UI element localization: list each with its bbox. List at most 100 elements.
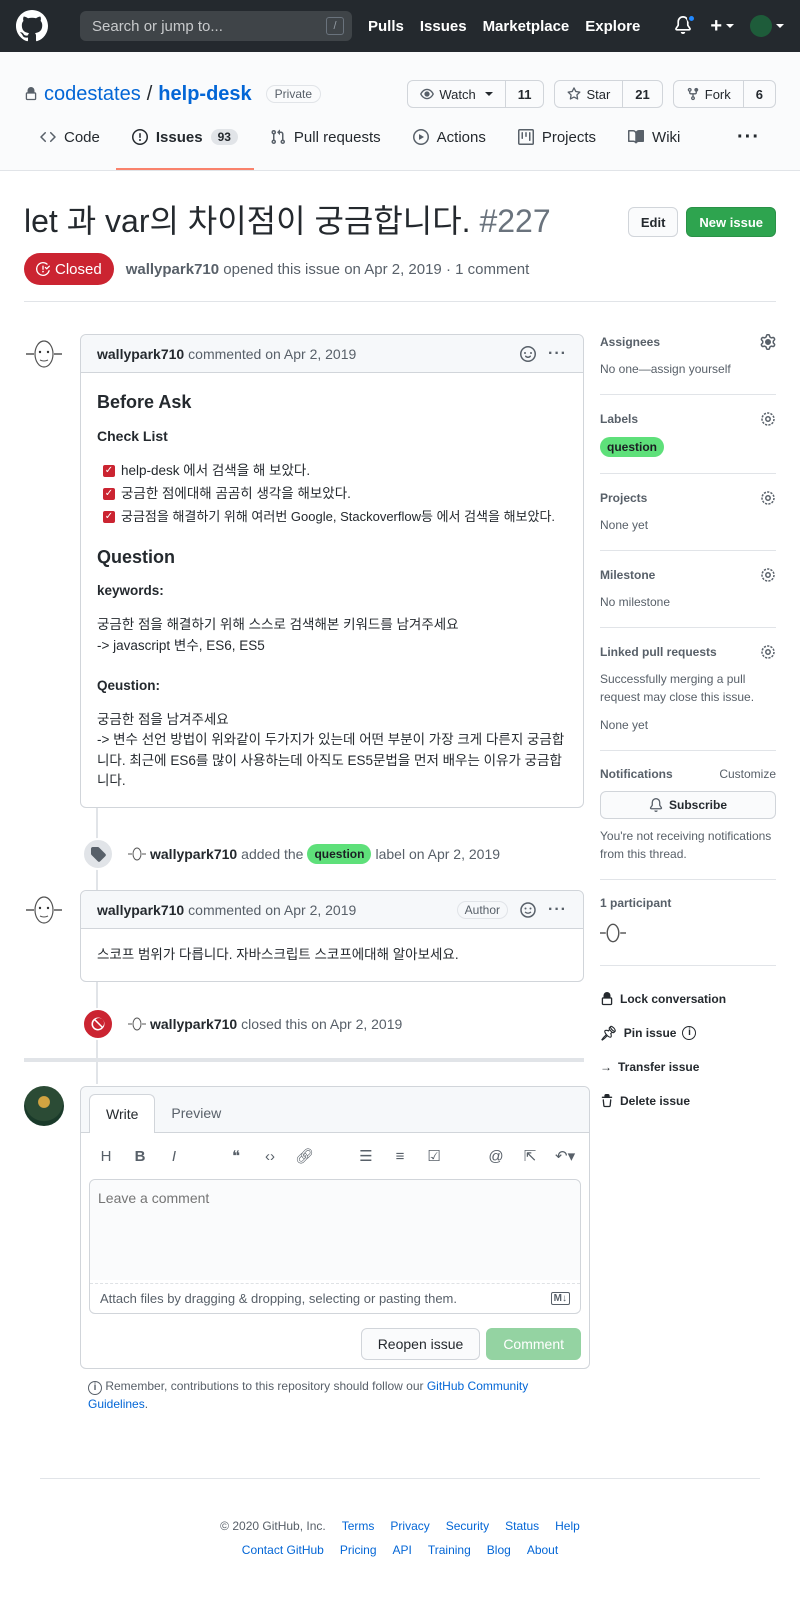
code-icon[interactable]: ‹› (261, 1148, 279, 1165)
avatar[interactable] (600, 920, 626, 946)
tab-wiki[interactable]: Wiki (612, 120, 696, 170)
checkbox-checked-icon[interactable]: ✓ (103, 510, 115, 523)
pin-issue-button[interactable]: 📌︎ Pin issue i (600, 1016, 776, 1050)
tab-write[interactable]: Write (89, 1094, 156, 1134)
checkbox-checked-icon[interactable]: ✓ (103, 464, 115, 477)
footer-link-contact[interactable]: Contact GitHub (242, 1543, 324, 1557)
info-icon[interactable]: i (682, 1026, 697, 1040)
gear-icon[interactable] (760, 490, 776, 506)
issue-author-link[interactable]: wallypark710 (126, 261, 219, 278)
event-text: label on Apr 2, 2019 (375, 846, 501, 862)
comment-textarea[interactable] (90, 1180, 580, 1281)
comment-menu-icon[interactable]: ··· (548, 901, 567, 919)
eye-icon (420, 88, 435, 100)
footer-link-privacy[interactable]: Privacy (390, 1519, 429, 1533)
lock-conversation-button[interactable]: Lock conversation (600, 982, 776, 1016)
watch-count[interactable]: 11 (506, 81, 544, 107)
user-menu[interactable] (750, 15, 784, 37)
mention-icon[interactable]: @ (487, 1148, 505, 1165)
fork-button-group: Fork 6 (672, 80, 776, 108)
reopen-issue-button[interactable]: Reopen issue (360, 1328, 481, 1361)
avatar[interactable] (128, 1015, 146, 1033)
italic-icon[interactable]: I (165, 1148, 183, 1165)
nav-explore[interactable]: Explore (585, 18, 640, 35)
create-new-menu[interactable]: + (710, 15, 734, 38)
markdown-toolbar: H B I ❝ ‹› 🔗︎ ☰ ≡ ☑ @ ⇱ ↶▾ (81, 1133, 589, 1179)
star-button[interactable]: Star (555, 81, 624, 107)
footer-link-status[interactable]: Status (505, 1519, 539, 1533)
smiley-icon[interactable] (520, 901, 536, 918)
customize-link[interactable]: Customize (719, 767, 776, 781)
edit-button[interactable]: Edit (627, 207, 679, 237)
footer-link-help[interactable]: Help (555, 1519, 580, 1533)
avatar[interactable] (24, 1086, 64, 1127)
tab-actions[interactable]: Actions (397, 120, 502, 170)
footer-link-blog[interactable]: Blog (487, 1543, 511, 1557)
assignees-heading: Assignees (600, 335, 661, 349)
fork-button[interactable]: Fork (674, 81, 744, 107)
tab-preview[interactable]: Preview (155, 1094, 237, 1132)
footer-link-security[interactable]: Security (446, 1519, 489, 1533)
cross-reference-icon[interactable]: ⇱ (521, 1147, 539, 1165)
star-count[interactable]: 21 (623, 81, 661, 107)
ordered-list-icon[interactable]: ≡ (391, 1148, 409, 1165)
fork-count[interactable]: 6 (744, 81, 775, 107)
watch-button[interactable]: Watch (408, 81, 506, 107)
tasklist-icon[interactable]: ☑ (425, 1147, 443, 1165)
notifications-bell-icon[interactable] (674, 14, 697, 36)
github-logo-icon[interactable] (16, 10, 48, 42)
quote-icon[interactable]: ❝ (227, 1147, 245, 1165)
avatar[interactable] (128, 845, 146, 863)
footer-link-pricing[interactable]: Pricing (340, 1543, 377, 1557)
unordered-list-icon[interactable]: ☰ (357, 1147, 375, 1165)
gear-icon[interactable] (760, 644, 776, 660)
transfer-issue-button[interactable]: → Transfer issue (600, 1050, 776, 1084)
tab-issues[interactable]: Issues 93 (115, 120, 254, 170)
gear-icon[interactable] (760, 334, 776, 350)
notifications-heading: Notifications (600, 767, 673, 781)
smiley-icon[interactable] (520, 345, 537, 362)
comment-author-link[interactable]: wallypark710 (97, 346, 184, 362)
bold-icon[interactable]: B (131, 1148, 149, 1165)
linked-prs-value: None yet (600, 718, 649, 732)
search-input[interactable]: Search or jump to... / (80, 11, 352, 41)
comment-button[interactable]: Comment (486, 1328, 581, 1361)
reply-icon[interactable]: ↶▾ (555, 1147, 575, 1165)
nav-issues[interactable]: Issues (420, 18, 467, 35)
comment-timestamp-link[interactable]: on Apr 2, 2019 (265, 346, 356, 362)
assign-yourself-link[interactable]: No one—assign yourself (600, 360, 776, 378)
footer-link-api[interactable]: API (393, 1543, 412, 1557)
tab-projects[interactable]: Projects (502, 120, 612, 170)
footer-link-terms[interactable]: Terms (342, 1519, 375, 1533)
comment-timestamp-link[interactable]: on Apr 2, 2019 (265, 902, 356, 918)
event-author-link[interactable]: wallypark710 (150, 846, 237, 862)
new-issue-button[interactable]: New issue (686, 207, 776, 237)
nav-pulls[interactable]: Pulls (368, 18, 404, 35)
tab-pull-requests[interactable]: Pull requests (254, 120, 397, 170)
footer-link-training[interactable]: Training (428, 1543, 471, 1557)
avatar[interactable] (24, 334, 64, 374)
avatar[interactable] (24, 890, 64, 930)
question-label[interactable]: question (307, 844, 372, 864)
question-label[interactable]: question (600, 437, 664, 457)
event-author-link[interactable]: wallypark710 (150, 1016, 237, 1032)
subscribe-button[interactable]: Subscribe (600, 791, 776, 819)
heading-icon[interactable]: H (97, 1148, 115, 1165)
status-badge: Closed (24, 253, 114, 285)
checkbox-checked-icon[interactable]: ✓ (103, 487, 115, 500)
gear-icon[interactable] (760, 567, 776, 583)
nav-marketplace[interactable]: Marketplace (483, 18, 570, 35)
link-icon[interactable]: 🔗︎ (295, 1147, 314, 1165)
comment-author-link[interactable]: wallypark710 (97, 902, 184, 918)
footer-link-about[interactable]: About (527, 1543, 558, 1557)
repo-owner-link[interactable]: codestates (44, 83, 141, 106)
delete-issue-button[interactable]: Delete issue (600, 1084, 776, 1118)
plus-icon: + (710, 14, 722, 37)
more-menu-icon[interactable]: ··· (721, 120, 776, 170)
tab-code[interactable]: Code (24, 120, 116, 170)
attach-files-area[interactable]: Attach files by dragging & dropping, sel… (90, 1283, 580, 1313)
gear-icon[interactable] (760, 411, 776, 427)
markdown-icon[interactable]: M↓ (550, 1292, 570, 1306)
comment-menu-icon[interactable]: ··· (548, 345, 567, 363)
repo-name-link[interactable]: help-desk (158, 83, 251, 106)
